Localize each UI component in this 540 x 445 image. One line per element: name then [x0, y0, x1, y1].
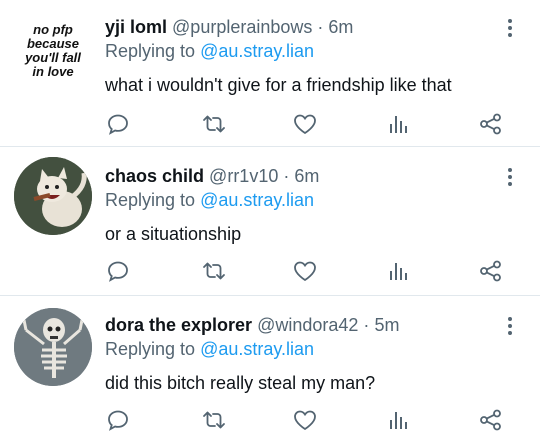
reply-icon[interactable]: [104, 257, 132, 285]
separator-dot: ·: [283, 166, 290, 186]
replying-to: Replying to @au.stray.lian: [105, 187, 314, 213]
tweet-actions: [0, 257, 540, 285]
cat-icon: [14, 157, 92, 235]
more-options-icon[interactable]: [498, 16, 522, 40]
tweet-header: chaos child @rr1v10 · 6m: [105, 163, 319, 189]
replying-prefix: Replying to: [105, 190, 201, 210]
avatar-text-line: in love: [32, 64, 73, 79]
separator-dot: ·: [363, 315, 370, 335]
user-handle[interactable]: @windora42: [257, 315, 358, 335]
like-icon[interactable]: [291, 406, 319, 434]
avatar-text-line: because: [27, 36, 79, 51]
mention-link[interactable]: @au.stray.lian: [200, 190, 314, 210]
avatar-text-line: no pfp: [33, 22, 73, 37]
display-name[interactable]: yji loml: [105, 17, 167, 37]
timestamp[interactable]: 6m: [294, 166, 319, 186]
views-icon[interactable]: [384, 257, 412, 285]
reply-icon[interactable]: [104, 406, 132, 434]
tweet-header: dora the explorer @windora42 · 5m: [105, 312, 399, 338]
replying-prefix: Replying to: [105, 41, 201, 61]
tweet-actions: [0, 110, 540, 138]
retweet-icon[interactable]: [200, 110, 228, 138]
reply-icon[interactable]: [104, 110, 132, 138]
user-handle[interactable]: @purplerainbows: [172, 17, 312, 37]
share-icon[interactable]: [477, 257, 505, 285]
views-icon[interactable]: [384, 110, 412, 138]
timestamp[interactable]: 5m: [374, 315, 399, 335]
more-options-icon[interactable]: [498, 314, 522, 338]
replying-to: Replying to @au.stray.lian: [105, 38, 314, 64]
tweet-header: yji loml @purplerainbows · 6m: [105, 14, 353, 40]
user-handle[interactable]: @rr1v10: [209, 166, 278, 186]
mention-link[interactable]: @au.stray.lian: [200, 41, 314, 61]
tweet-text: did this bitch really steal my man?: [105, 373, 376, 393]
retweet-icon[interactable]: [200, 257, 228, 285]
avatar[interactable]: [14, 157, 92, 235]
views-icon[interactable]: [384, 406, 412, 434]
skeleton-icon: [14, 308, 92, 386]
retweet-icon[interactable]: [200, 406, 228, 434]
separator-dot: ·: [317, 17, 324, 37]
avatar[interactable]: no pfp because you'll fall in love: [14, 16, 92, 94]
share-icon[interactable]: [477, 406, 505, 434]
share-icon[interactable]: [477, 110, 505, 138]
avatar-text-line: you'll fall: [24, 50, 81, 65]
more-options-icon[interactable]: [498, 165, 522, 189]
divider: [0, 295, 540, 296]
avatar[interactable]: [14, 308, 92, 386]
mention-link[interactable]: @au.stray.lian: [200, 339, 314, 359]
tweet-actions: [0, 406, 540, 434]
replying-to: Replying to @au.stray.lian: [105, 336, 314, 362]
display-name[interactable]: dora the explorer: [105, 315, 252, 335]
tweet-text: what i wouldn't give for a friendship li…: [105, 75, 452, 95]
divider: [0, 146, 540, 147]
tweet-text: or a situationship: [105, 224, 242, 244]
like-icon[interactable]: [291, 110, 319, 138]
display-name[interactable]: chaos child: [105, 166, 204, 186]
like-icon[interactable]: [291, 257, 319, 285]
timestamp[interactable]: 6m: [328, 17, 353, 37]
replying-prefix: Replying to: [105, 339, 201, 359]
